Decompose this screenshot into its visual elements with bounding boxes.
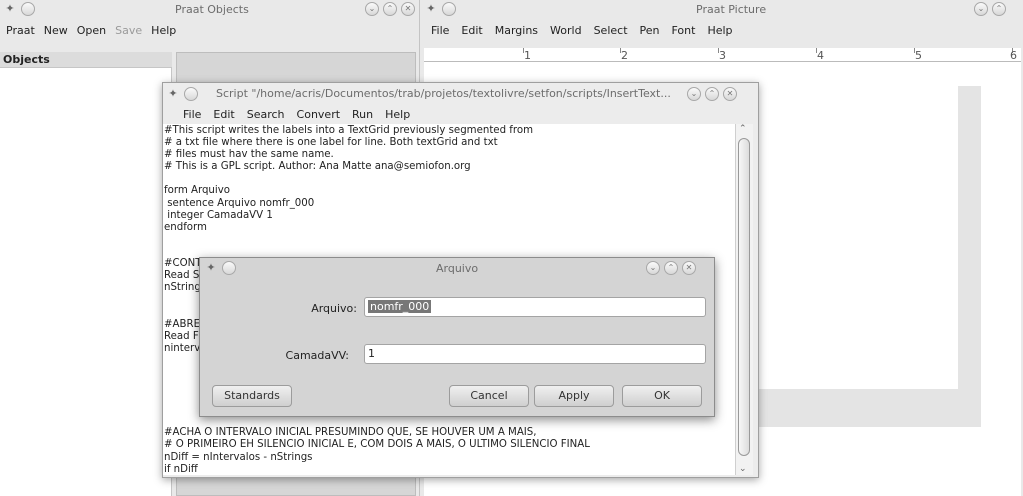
ruler-label: 4 [817, 49, 824, 62]
script-line: endform [164, 221, 207, 233]
menu-search[interactable]: Search [241, 108, 291, 121]
script-line: nDiff = nIntervalos - nStrings [164, 451, 313, 463]
picture-window-title: Praat Picture [696, 3, 767, 16]
script-line: # files must hav the same name. [164, 149, 334, 161]
minimize-icon[interactable]: ⌄ [974, 2, 988, 16]
script-line: if nDiff [164, 463, 198, 475]
scroll-up-icon[interactable]: ⌃ [739, 124, 747, 134]
camada-field[interactable]: 1 [364, 344, 706, 364]
script-line: # a txt file where there is one label fo… [164, 137, 498, 149]
pin-icon[interactable]: ✦ [166, 87, 180, 101]
menu-praat[interactable]: Praat [4, 24, 42, 37]
maximize-icon[interactable]: ⌃ [705, 87, 719, 101]
ruler-label: 2 [621, 49, 628, 62]
minimize-icon[interactable]: ⌄ [365, 2, 379, 16]
window-menu-icon[interactable] [21, 2, 35, 16]
script-line: #This script writes the labels into a Te… [164, 125, 533, 136]
picture-titlebar[interactable]: ✦ Praat Picture ⌄ ⌃ [421, 0, 1023, 20]
script-line: # O PRIMEIRO EH SILENCIO INICIAL E, COM … [164, 439, 590, 451]
window-menu-icon[interactable] [222, 261, 236, 275]
menu-font[interactable]: Font [666, 24, 702, 37]
window-menu-icon[interactable] [184, 87, 198, 101]
arquivo-value: nomfr_000 [368, 300, 432, 313]
menu-file[interactable]: File [177, 108, 207, 121]
script-line [164, 234, 735, 246]
maximize-icon[interactable]: ⌃ [992, 2, 1006, 16]
script-line: form Arquivo [164, 185, 230, 197]
script-line [164, 173, 735, 185]
maximize-icon[interactable]: ⌃ [664, 261, 678, 275]
window-menu-icon[interactable] [442, 2, 456, 16]
menu-pen[interactable]: Pen [634, 24, 666, 37]
close-icon[interactable]: ✕ [401, 2, 415, 16]
scroll-down-icon[interactable]: ⌄ [739, 464, 747, 474]
menu-select[interactable]: Select [588, 24, 634, 37]
menu-run[interactable]: Run [346, 108, 379, 121]
maximize-icon[interactable]: ⌃ [383, 2, 397, 16]
script-menubar: File Edit Search Convert Run Help [163, 105, 758, 123]
close-icon[interactable]: ✕ [723, 87, 737, 101]
script-window-title: Script "/home/acris/Documentos/trab/proj… [216, 87, 671, 100]
menu-convert[interactable]: Convert [291, 108, 347, 121]
menu-save[interactable]: Save [113, 24, 149, 37]
pin-icon[interactable]: ✦ [3, 2, 17, 16]
menu-edit[interactable]: Edit [207, 108, 240, 121]
menu-help[interactable]: Help [701, 24, 738, 37]
menu-open[interactable]: Open [75, 24, 113, 37]
close-icon[interactable]: ✕ [682, 261, 696, 275]
minimize-icon[interactable]: ⌄ [687, 87, 701, 101]
apply-button[interactable]: Apply [534, 385, 614, 407]
script-line: #ACHA O INTERVALO INICIAL PRESUMINDO QUE… [164, 427, 537, 439]
script-line [164, 415, 735, 427]
dialog-titlebar[interactable]: ✦ Arquivo ⌄ ⌃ ✕ [200, 258, 714, 278]
ruler-label: 5 [915, 49, 922, 62]
menu-world[interactable]: World [544, 24, 588, 37]
camada-label: CamadaVV: [285, 349, 349, 362]
standards-button[interactable]: Standards [212, 385, 292, 407]
dialog-title: Arquivo [436, 262, 479, 275]
objects-window-title: Praat Objects [175, 3, 249, 16]
cancel-button[interactable]: Cancel [449, 385, 529, 407]
menu-file[interactable]: File [425, 24, 455, 37]
menu-new[interactable]: New [42, 24, 75, 37]
ruler-label: 1 [524, 49, 531, 62]
scrollbar-thumb[interactable] [738, 138, 750, 456]
script-titlebar[interactable]: ✦ Script "/home/acris/Documentos/trab/pr… [163, 83, 758, 105]
picture-menubar: File Edit Margins World Select Pen Font … [421, 20, 1023, 40]
camada-value: 1 [368, 347, 375, 360]
objects-titlebar[interactable]: ✦ Praat Objects ⌄ ⌃ ✕ [0, 0, 419, 20]
objects-list-header: Objects [0, 52, 172, 68]
pin-icon[interactable]: ✦ [204, 261, 218, 275]
arquivo-label: Arquivo: [311, 302, 357, 315]
objects-list[interactable] [0, 68, 172, 496]
ok-button[interactable]: OK [622, 385, 702, 407]
menu-help[interactable]: Help [149, 24, 183, 37]
menu-margins[interactable]: Margins [489, 24, 544, 37]
arquivo-dialog: ✦ Arquivo ⌄ ⌃ ✕ Arquivo: nomfr_000 Camad… [199, 257, 715, 417]
inner-viewport [753, 86, 958, 389]
ruler-label: 3 [719, 49, 726, 62]
pin-icon[interactable]: ✦ [424, 2, 438, 16]
objects-menubar: Praat New Open Save Help [0, 20, 419, 40]
arquivo-field[interactable]: nomfr_000 [364, 297, 706, 317]
script-line: # This is a GPL script. Author: Ana Matt… [164, 161, 471, 173]
vertical-scrollbar[interactable]: ⌃ ⌄ [735, 124, 753, 475]
ruler-label: 6 [1010, 49, 1017, 62]
menu-edit[interactable]: Edit [455, 24, 488, 37]
script-line: integer CamadaVV 1 [164, 209, 273, 221]
horizontal-ruler: 1 2 3 4 5 6 [424, 48, 1021, 62]
script-line: sentence Arquivo nomfr_000 [164, 197, 315, 209]
minimize-icon[interactable]: ⌄ [646, 261, 660, 275]
menu-help[interactable]: Help [379, 108, 416, 121]
